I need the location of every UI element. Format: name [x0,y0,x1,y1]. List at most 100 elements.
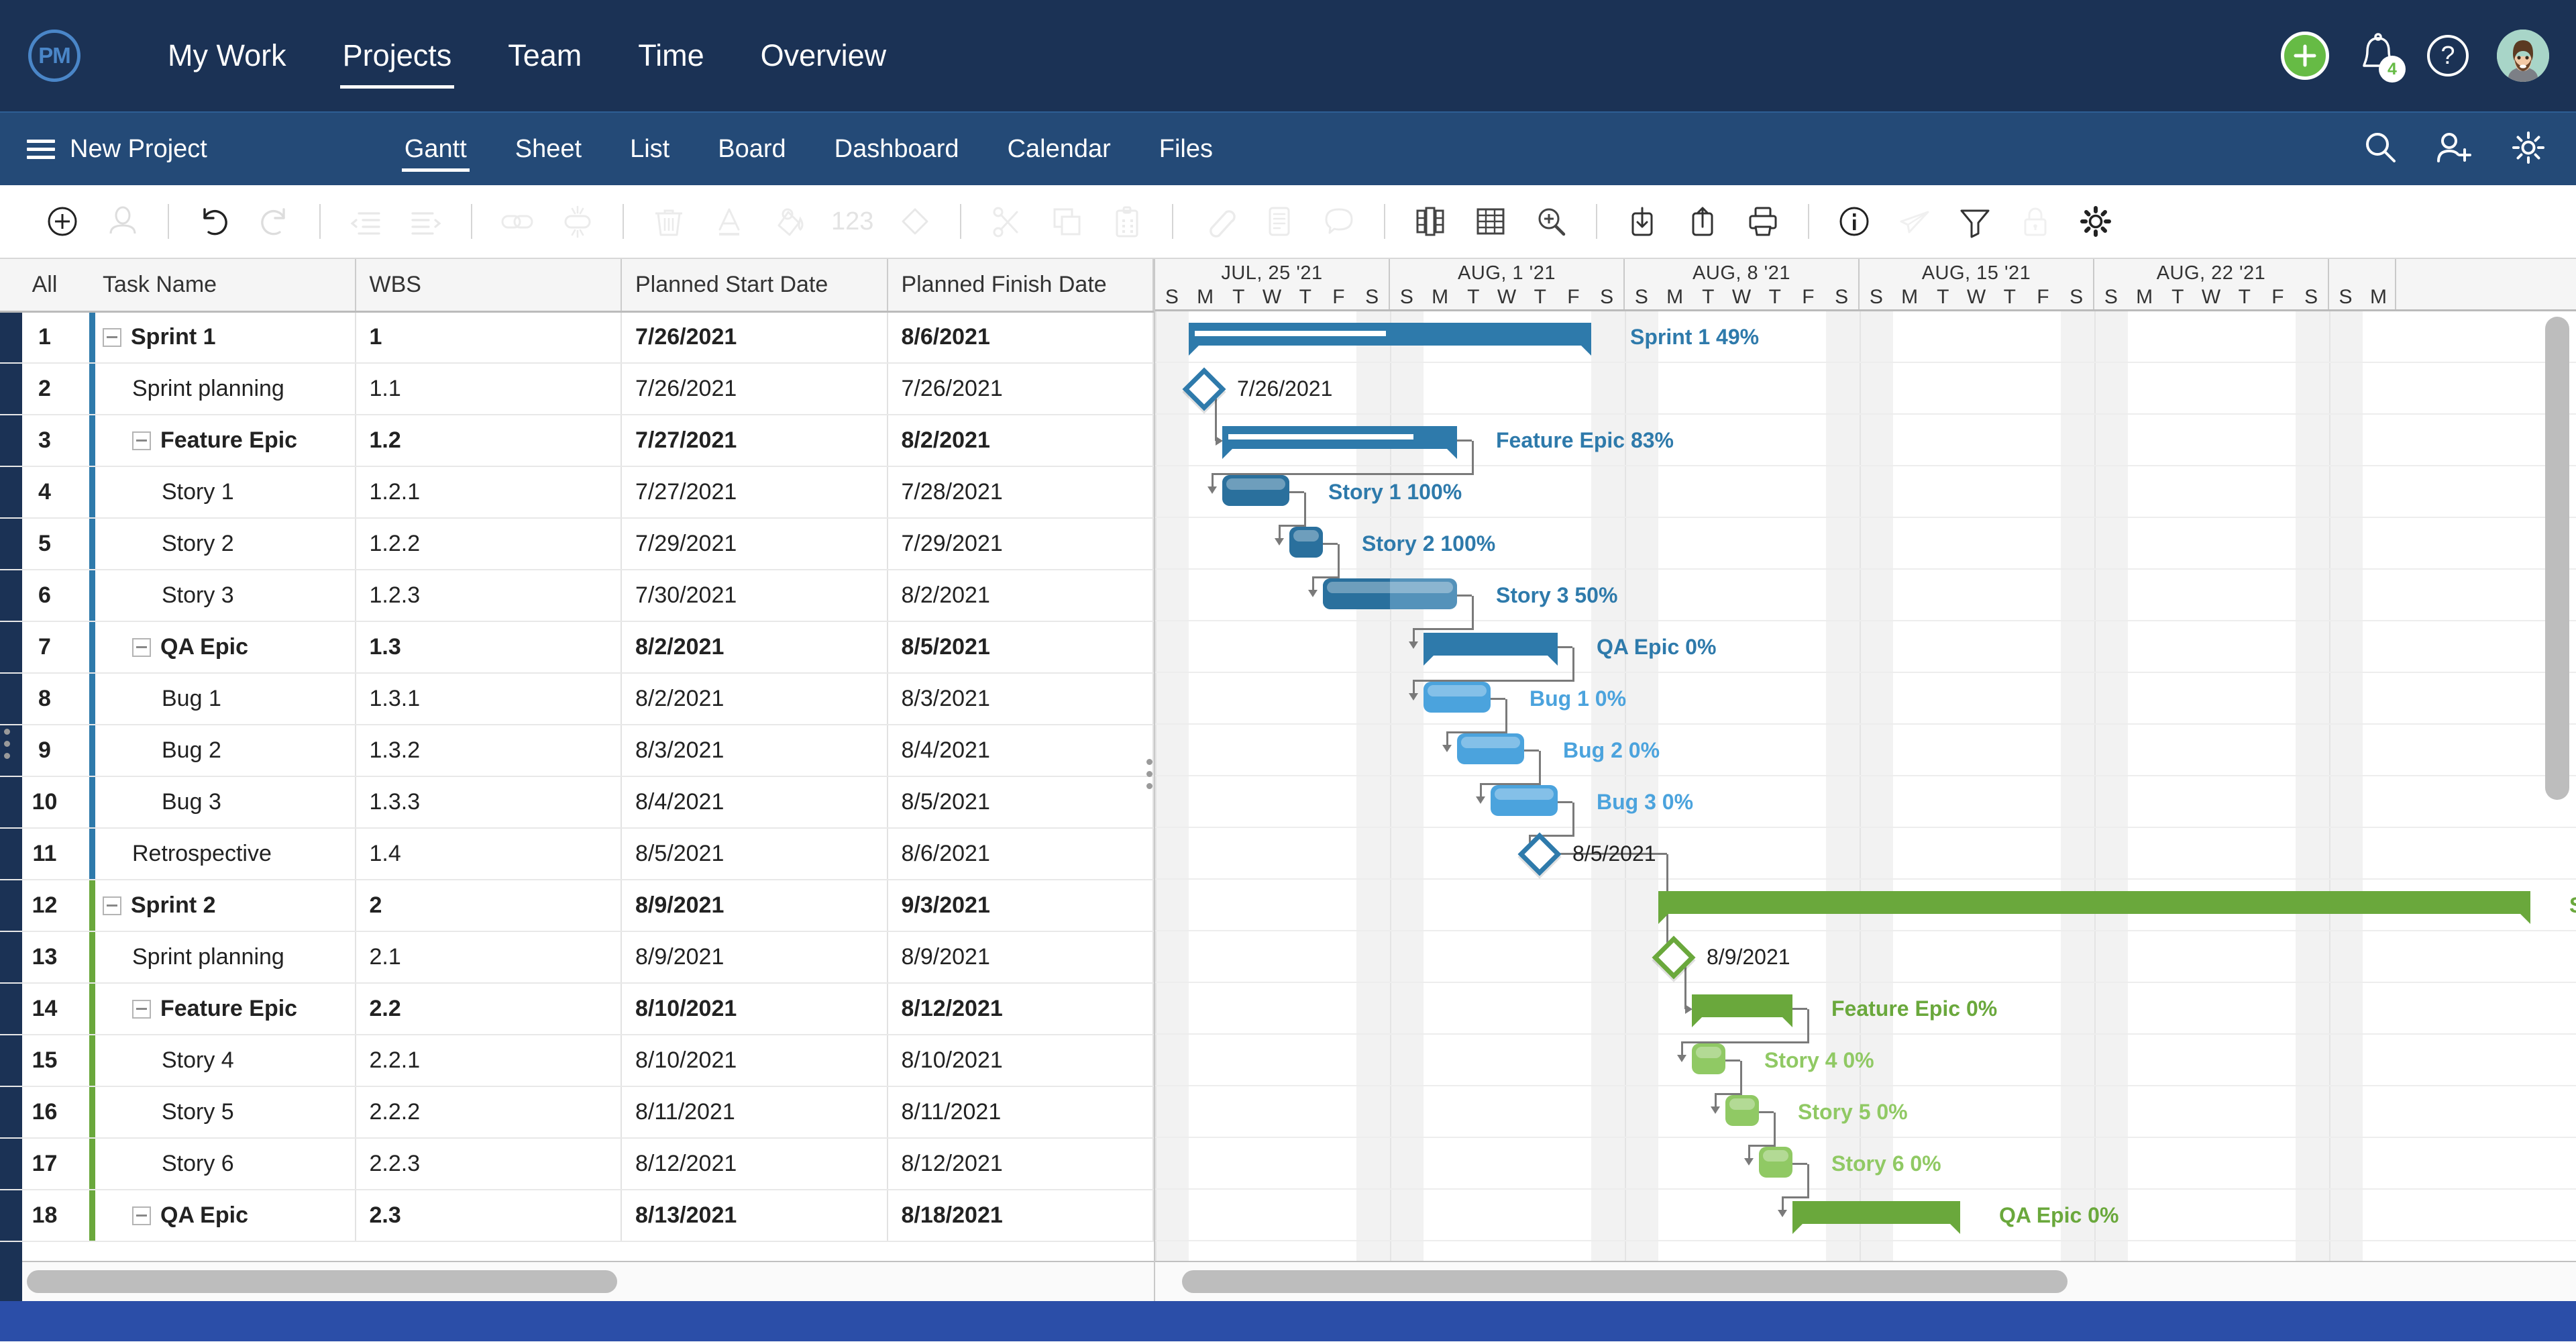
nav-item-team[interactable]: Team [480,0,610,111]
cell-planned-start[interactable]: 7/27/2021 [621,466,888,519]
table-row[interactable]: 10 Bug 3 1.3.3 8/4/2021 8/5/2021 [0,776,1154,829]
collapse-toggle-icon[interactable] [132,431,151,450]
cell-task-name[interactable]: Bug 2 [89,725,356,777]
gantt-task-bar[interactable] [1491,785,1558,816]
paste-icon[interactable] [1108,203,1146,240]
indent-icon[interactable] [407,203,445,240]
send-icon[interactable] [1896,203,1933,240]
outdent-icon[interactable] [347,203,384,240]
grid-icon[interactable] [1472,203,1509,240]
cell-wbs[interactable]: 1 [355,311,622,364]
cell-planned-start[interactable]: 8/10/2021 [621,1035,888,1087]
horizontal-scrollbar-left[interactable] [0,1261,1154,1301]
scroll-thumb[interactable] [2545,317,2569,800]
cell-task-name[interactable]: Story 3 [89,570,356,622]
cell-planned-finish[interactable]: 8/5/2021 [887,776,1154,829]
column-header-wbs[interactable]: WBS [355,259,622,313]
text-format-icon[interactable] [710,203,748,240]
cell-planned-start[interactable]: 8/12/2021 [621,1138,888,1190]
gantt-task-bar[interactable] [1759,1147,1792,1178]
table-row[interactable]: 15 Story 4 2.2.1 8/10/2021 8/10/2021 [0,1035,1154,1087]
lock-icon[interactable] [2017,203,2054,240]
unlink-icon[interactable] [559,203,596,240]
export-icon[interactable] [1684,203,1721,240]
gantt-task-bar[interactable] [1222,475,1289,506]
filter-icon[interactable] [1956,203,1994,240]
cell-wbs[interactable]: 1.3 [355,621,622,674]
horizontal-scrollbar-gantt[interactable] [1155,1261,2576,1301]
cell-planned-start[interactable]: 8/3/2021 [621,725,888,777]
gantt-summary-bar[interactable] [1189,323,1591,356]
gantt-task-bar[interactable] [1323,578,1457,609]
cell-planned-finish[interactable]: 8/12/2021 [887,1138,1154,1190]
cell-planned-finish[interactable]: 8/18/2021 [887,1190,1154,1242]
cut-icon[interactable] [987,203,1025,240]
table-row[interactable]: 14 Feature Epic 2.2 8/10/2021 8/12/2021 [0,983,1154,1035]
tab-files[interactable]: Files [1135,113,1237,185]
user-avatar[interactable] [2497,30,2549,82]
cell-planned-finish[interactable]: 7/28/2021 [887,466,1154,519]
collapse-toggle-icon[interactable] [103,327,121,347]
tab-calendar[interactable]: Calendar [983,113,1135,185]
table-row[interactable]: 18 QA Epic 2.3 8/13/2021 8/18/2021 [0,1190,1154,1242]
cell-planned-start[interactable]: 8/10/2021 [621,983,888,1035]
cell-task-name[interactable]: Story 2 [89,518,356,570]
grid-resize-handle[interactable] [1144,759,1154,789]
cell-wbs[interactable]: 1.2.3 [355,570,622,622]
gantt-task-bar[interactable] [1289,527,1323,558]
redo-icon[interactable] [256,203,293,240]
collapse-toggle-icon[interactable] [132,1206,151,1225]
collapse-toggle-icon[interactable] [132,999,151,1019]
table-row[interactable]: 16 Story 5 2.2.2 8/11/2021 8/11/2021 [0,1086,1154,1139]
cell-task-name[interactable]: Retrospective [89,828,356,880]
gantt-summary-bar[interactable] [1792,1201,1960,1234]
cell-task-name[interactable]: QA Epic [89,621,356,674]
cell-wbs[interactable]: 1.3.2 [355,725,622,777]
numbers-icon[interactable]: 123 [831,207,873,236]
cell-wbs[interactable]: 2.1 [355,931,622,984]
cell-planned-start[interactable]: 7/26/2021 [621,311,888,364]
fill-color-icon[interactable] [771,203,808,240]
gantt-chart-body[interactable]: Sprint 1 49% 7/26/2021 Feature Epic 83% Sto… [1155,311,2576,1261]
cell-wbs[interactable]: 1.4 [355,828,622,880]
table-row[interactable]: 11 Retrospective 1.4 8/5/2021 8/6/2021 [0,828,1154,880]
column-header-all[interactable]: All [0,259,89,313]
link-icon[interactable] [498,203,536,240]
cell-planned-start[interactable]: 7/29/2021 [621,518,888,570]
cell-planned-start[interactable]: 8/2/2021 [621,621,888,674]
gantt-task-bar[interactable] [1424,682,1491,713]
cell-task-name[interactable]: Story 5 [89,1086,356,1139]
table-row[interactable]: 17 Story 6 2.2.3 8/12/2021 8/12/2021 [0,1138,1154,1190]
print-icon[interactable] [1744,203,1782,240]
table-row[interactable]: 1 Sprint 1 1 7/26/2021 8/6/2021 [0,311,1154,364]
cell-planned-start[interactable]: 8/13/2021 [621,1190,888,1242]
cell-planned-finish[interactable]: 8/6/2021 [887,311,1154,364]
cell-planned-finish[interactable]: 8/5/2021 [887,621,1154,674]
cell-task-name[interactable]: Sprint 1 [89,311,356,364]
app-logo[interactable]: PM [28,30,80,82]
project-menu-button[interactable]: New Project [27,135,207,164]
tab-dashboard[interactable]: Dashboard [810,113,983,185]
gantt-summary-bar[interactable] [1424,633,1558,666]
cell-planned-start[interactable]: 7/26/2021 [621,363,888,415]
cell-planned-finish[interactable]: 8/2/2021 [887,415,1154,467]
cell-task-name[interactable]: Sprint planning [89,363,356,415]
cell-planned-finish[interactable]: 8/2/2021 [887,570,1154,622]
cell-planned-finish[interactable]: 7/29/2021 [887,518,1154,570]
table-row[interactable]: 4 Story 1 1.2.1 7/27/2021 7/28/2021 [0,466,1154,519]
gantt-task-bar[interactable] [1692,1043,1725,1074]
cell-planned-finish[interactable]: 8/6/2021 [887,828,1154,880]
column-header-task-name[interactable]: Task Name [89,259,356,313]
cell-task-name[interactable]: QA Epic [89,1190,356,1242]
cell-task-name[interactable]: Feature Epic [89,415,356,467]
cell-planned-start[interactable]: 8/9/2021 [621,880,888,932]
column-header-planned-finish[interactable]: Planned Finish Date [887,259,1154,313]
cell-planned-finish[interactable]: 8/10/2021 [887,1035,1154,1087]
collapse-toggle-icon[interactable] [132,637,151,657]
tab-gantt[interactable]: Gantt [380,113,491,185]
nav-item-my-work[interactable]: My Work [140,0,315,111]
collapse-toggle-icon[interactable] [103,896,121,915]
comment-icon[interactable] [1320,203,1358,240]
cell-wbs[interactable]: 1.2.1 [355,466,622,519]
cell-planned-start[interactable]: 8/9/2021 [621,931,888,984]
